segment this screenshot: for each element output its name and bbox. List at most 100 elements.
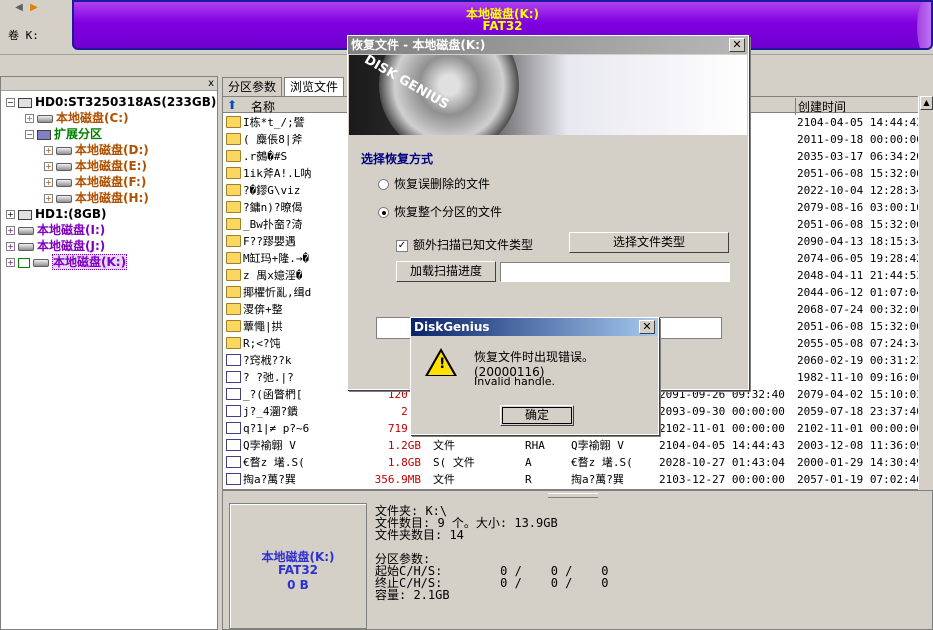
tree-node-e[interactable]: + 本地磁盘(E:) — [44, 158, 147, 174]
cell-mtime: 2104-04-05 14:44:43 — [659, 439, 785, 452]
info-panel: 本地磁盘(K:) FAT32 0 B 文件夹: K:\ 文件数目: 9 个。大小… — [222, 490, 933, 630]
cell-type: 文件 — [433, 439, 455, 452]
option-recover-deleted[interactable]: 恢复误删除的文件 — [378, 175, 490, 192]
recover-dialog-titlebar[interactable]: 恢复文件 - 本地磁盘(K:) ✕ — [348, 36, 748, 54]
file-icon — [226, 388, 241, 400]
expand-icon[interactable]: + — [44, 178, 53, 187]
cell-ctime: 2079-08-16 03:00:16 — [797, 201, 923, 214]
scan-progress-path-field[interactable] — [500, 262, 730, 282]
tree-node-label: HD0:ST3250318AS(233GB) — [35, 95, 217, 109]
cell-name: 蕈憴|拱 — [243, 320, 283, 333]
choose-file-types-button[interactable]: 选择文件类型 — [569, 232, 729, 253]
cell-ctime: 2044-06-12 01:07:04 — [797, 286, 923, 299]
partition-fs: FAT32 — [482, 19, 523, 33]
tree-node-label: 本地磁盘(I:) — [37, 223, 106, 237]
expand-icon[interactable]: + — [44, 194, 53, 203]
check-icon[interactable]: ✓ — [396, 239, 408, 252]
disk-genius-banner: DISK GENIUS — [349, 55, 747, 135]
tree-node-label: 本地磁盘(C:) — [56, 111, 129, 125]
tree-node-hd0[interactable]: − HD0:ST3250318AS(233GB) — [6, 94, 216, 110]
checkbox-icon[interactable] — [18, 257, 30, 268]
tree-node-c[interactable]: + 本地磁盘(C:) — [25, 110, 129, 126]
expand-icon[interactable]: + — [44, 146, 53, 155]
folder-icon — [226, 235, 241, 247]
partition-icon — [56, 178, 72, 187]
tab-partition-params[interactable]: 分区参数 — [222, 77, 283, 96]
expand-icon[interactable]: + — [6, 242, 15, 251]
extra-scan-checkbox[interactable]: ✓ 额外扫描已知文件类型 — [396, 236, 533, 253]
harddisk-icon — [18, 97, 32, 108]
expand-icon[interactable]: + — [6, 226, 15, 235]
expand-icon[interactable]: + — [6, 210, 15, 219]
extended-partition-icon — [37, 129, 51, 140]
partition-icon — [18, 226, 34, 235]
back-arrow-icon[interactable]: ◀ — [12, 1, 26, 15]
tab-browse-files[interactable]: 浏览文件 — [284, 77, 345, 96]
cell-type: 文件 — [433, 473, 455, 486]
radio-icon[interactable] — [378, 179, 389, 190]
cell-ctime: 2104-04-05 14:44:43 — [797, 116, 923, 129]
cell-name: I栋*t_/;譬 — [243, 116, 305, 129]
tree-close-icon[interactable]: x — [208, 77, 214, 90]
expand-icon[interactable]: + — [6, 258, 15, 267]
error-detail: Invalid handle. — [474, 375, 556, 388]
checkbox-label: 额外扫描已知文件类型 — [413, 238, 534, 252]
expand-icon[interactable]: + — [44, 162, 53, 171]
partition-icon — [18, 242, 34, 251]
cell-name: M缸玛+隆.→� — [243, 252, 310, 265]
collapse-icon[interactable]: − — [6, 98, 15, 107]
section-heading: 选择恢复方式 — [361, 152, 434, 166]
up-arrow-icon[interactable]: ⬆ — [227, 98, 237, 112]
load-scan-progress-button[interactable]: 加载扫描进度 — [396, 261, 496, 282]
cell-ctime: 2003-12-08 11:36:09 — [797, 439, 923, 452]
table-row[interactable]: €瞀z 墸.S(1.8GB S( 文件 A €瞀z 墸.S(2028-10-27 01… — [223, 454, 932, 471]
ok-button[interactable]: 确定 — [500, 405, 574, 426]
folder-icon — [226, 167, 241, 179]
tree-node-f[interactable]: + 本地磁盘(F:) — [44, 174, 146, 190]
partition-icon — [56, 146, 72, 155]
error-dialog: DiskGenius ✕ ! 恢复文件时出现错误。(20000116) Inval… — [410, 317, 659, 435]
close-icon[interactable]: ✕ — [639, 320, 655, 334]
folder-icon — [226, 337, 241, 349]
column-name[interactable]: 名称 — [251, 98, 275, 115]
scroll-up-icon[interactable]: ▲ — [920, 96, 933, 110]
close-icon[interactable]: ✕ — [729, 38, 745, 52]
folder-icon — [226, 269, 241, 281]
partition-info-box: 本地磁盘(K:) FAT32 0 B — [229, 503, 367, 629]
cell-name: €瞀z 墸.S( — [243, 456, 305, 469]
forward-arrow-icon[interactable]: ▶ — [27, 1, 41, 15]
folder-icon — [226, 133, 241, 145]
file-icon — [226, 439, 241, 451]
file-list-scrollbar[interactable]: ▲ — [918, 96, 933, 490]
table-row[interactable]: Q孛褕翺 V 1.2GB 文件 RHA Q孛褕翺 V 2104-04-05 14:44:4… — [223, 437, 932, 454]
option-label: 恢复整个分区的文件 — [394, 205, 503, 219]
cell-ctime: 2051-06-08 15:32:06 — [797, 320, 923, 333]
cell-attr: A — [525, 456, 532, 469]
folder-icon — [226, 286, 241, 298]
partition-icon — [56, 194, 72, 203]
partition-icon — [37, 114, 53, 123]
cell-ctime: 2051-06-08 15:32:06 — [797, 167, 923, 180]
expand-icon[interactable]: + — [25, 114, 34, 123]
collapse-icon[interactable]: − — [25, 130, 34, 139]
column-created[interactable]: 创建时间 — [795, 98, 846, 115]
disk-tree-panel: x − HD0:ST3250318AS(233GB) + 本地磁盘(C:) − 扩展分… — [0, 76, 218, 630]
cell-ctime: 2011-09-18 00:00:00 — [797, 133, 923, 146]
splitter-handle[interactable] — [548, 493, 598, 498]
option-recover-partition[interactable]: 恢复整个分区的文件 — [378, 203, 502, 220]
tree-node-k[interactable]: + 本地磁盘(K:) — [6, 254, 128, 270]
cell-mtime: 2103-12-27 00:00:00 — [659, 473, 785, 486]
info-partition-size: 0 B — [287, 578, 309, 592]
tree-node-h[interactable]: + 本地磁盘(H:) — [44, 190, 149, 206]
tree-node-d[interactable]: + 本地磁盘(D:) — [44, 142, 149, 158]
table-row[interactable]: 掏a?萬?巽 356.9MB 文件 R 掏a?萬?巽 2103-12-27 00:00:0… — [223, 471, 932, 488]
tree-node-j[interactable]: + 本地磁盘(J:) — [6, 238, 105, 254]
tree-node-hd1[interactable]: + HD1:(8GB) — [6, 206, 106, 222]
cell-mtime: 2102-11-01 00:00:00 — [659, 422, 785, 435]
folder-icon — [226, 320, 241, 332]
radio-checked-icon[interactable] — [378, 207, 389, 218]
folder-icon — [226, 116, 241, 128]
error-dialog-titlebar[interactable]: DiskGenius ✕ — [411, 318, 658, 336]
tree-node-extended[interactable]: − 扩展分区 — [25, 126, 102, 142]
tree-node-i[interactable]: + 本地磁盘(I:) — [6, 222, 105, 238]
